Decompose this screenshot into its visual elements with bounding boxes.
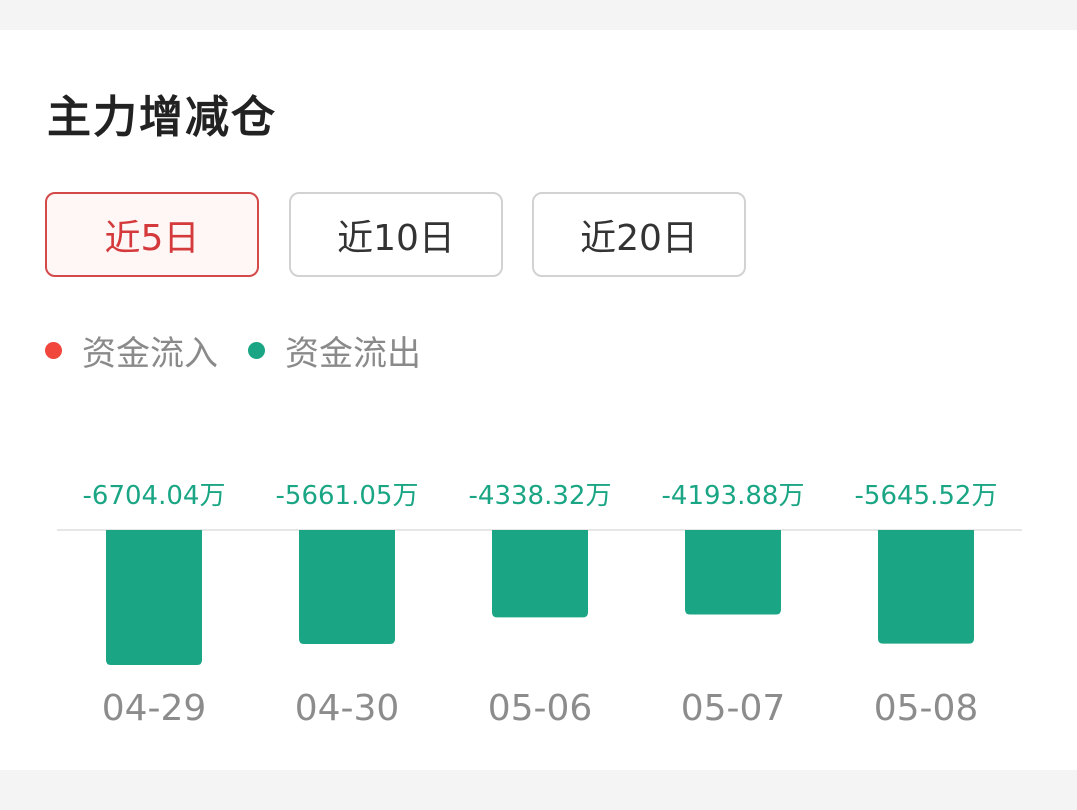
data-label-04-30: -5661.05万 — [276, 481, 419, 511]
x-tick-label-04-29: 04-29 — [102, 688, 207, 729]
bar-05-06 — [492, 530, 588, 618]
x-tick-label-04-30: 04-30 — [295, 688, 400, 729]
fund-flow-bar-chart: -6704.04万 04-29 -5661.05万 04-30 -4338.32万 05-… — [57, 481, 1022, 729]
x-tick-label-05-07: 05-07 — [681, 688, 786, 729]
x-tick-label-05-08: 05-08 — [874, 688, 979, 729]
bar-04-29 — [106, 530, 202, 665]
x-tick-label-05-06: 05-06 — [488, 688, 593, 729]
bar-05-08 — [878, 530, 974, 644]
data-label-05-07: -4193.88万 — [662, 481, 805, 511]
main-fund-card: 主力增减仓 近5日 近10日 近20日 资金流入 资金流出 -6704.04万 0… — [0, 30, 1077, 770]
data-label-05-06: -4338.32万 — [469, 481, 612, 511]
bar-04-30 — [299, 530, 395, 644]
bar-05-07 — [685, 530, 781, 615]
data-label-05-08: -5645.52万 — [855, 481, 998, 511]
data-label-04-29: -6704.04万 — [83, 481, 226, 511]
